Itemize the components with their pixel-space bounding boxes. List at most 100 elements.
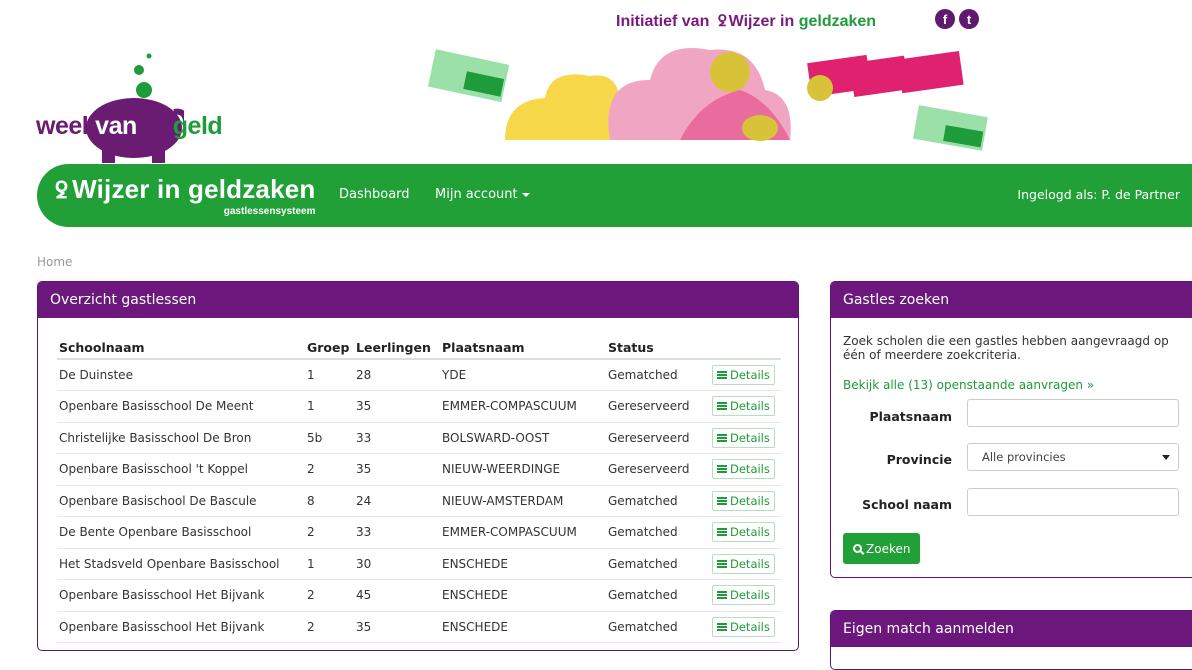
- cell-schoolnaam: Openbare Basischool De Bascule: [57, 485, 305, 517]
- col-actions: [710, 337, 781, 360]
- table-row: Het Stadsveld Openbare Basisschool 1 30 ENS…: [57, 548, 781, 580]
- cell-plaatsnaam: NIEUW-AMSTERDAM: [440, 485, 606, 517]
- site-logo[interactable]: weekvanhetgeld: [36, 112, 223, 141]
- money-banner-illustration: [427, 48, 988, 151]
- details-button[interactable]: Details: [712, 490, 775, 511]
- search-panel-title: Gastles zoeken: [831, 282, 1192, 318]
- cell-actions: Details: [710, 390, 781, 423]
- caret-down-icon: [521, 192, 530, 197]
- details-label: Details: [730, 399, 770, 414]
- details-label: Details: [730, 525, 770, 540]
- details-button[interactable]: Details: [712, 553, 775, 574]
- overview-panel-title: Overzicht gastlessen: [38, 282, 798, 318]
- cell-actions: Details: [710, 548, 781, 580]
- cell-schoolnaam: De Bente Openbare Basisschool: [57, 516, 305, 549]
- nav-dashboard[interactable]: Dashboard: [339, 187, 410, 202]
- cell-leerlingen: 35: [354, 611, 440, 643]
- details-label: Details: [730, 588, 770, 603]
- twitter-icon[interactable]: t: [959, 9, 979, 29]
- initiatief-text: Initiatief van ꝿ Wijzer in geldzaken: [616, 11, 876, 31]
- cell-leerlingen: 33: [354, 516, 440, 549]
- cell-actions: Details: [710, 485, 781, 517]
- cell-actions: Details: [710, 516, 781, 549]
- cell-actions: Details: [710, 359, 781, 391]
- initiatief-prefix: Initiatief van: [616, 13, 710, 30]
- table-row: Openbare Basisschool De Meent 1 35 EMMER-CO…: [57, 390, 781, 423]
- col-leerlingen: Leerlingen: [354, 337, 440, 360]
- school-naam-label: School naam: [862, 497, 952, 512]
- list-icon: [717, 371, 727, 379]
- eigen-match-panel: Eigen match aanmelden: [830, 610, 1192, 670]
- details-label: Details: [730, 619, 770, 634]
- details-label: Details: [730, 462, 770, 477]
- cell-leerlingen: 33: [354, 422, 440, 454]
- cell-status: Gematched: [606, 579, 710, 612]
- details-label: Details: [730, 368, 770, 382]
- facebook-icon[interactable]: f: [935, 9, 955, 29]
- details-button[interactable]: Details: [712, 396, 775, 417]
- cell-status: Gereserveerd: [606, 390, 710, 423]
- cell-plaatsnaam: YDE: [440, 359, 606, 391]
- cell-groep: 5b: [305, 422, 354, 454]
- school-naam-input[interactable]: [967, 488, 1179, 516]
- details-label: Details: [730, 493, 770, 508]
- details-button[interactable]: Details: [712, 585, 775, 606]
- dropdown-arrow-icon: [1162, 455, 1170, 460]
- table-header-row: Schoolnaam Groep Leerlingen Plaatsnaam S…: [57, 337, 781, 360]
- navbar-brand[interactable]: ꝿ Wijzer in geldzaken gastlessensysteem: [55, 174, 316, 217]
- cell-plaatsnaam: BOLSWARD-OOST: [440, 422, 606, 454]
- search-button[interactable]: Zoeken: [843, 533, 921, 564]
- overview-panel: Overzicht gastlessen Schoolnaam Groep Le…: [37, 281, 799, 651]
- list-icon: [717, 465, 727, 474]
- cell-actions: Details: [710, 422, 781, 454]
- provincie-select[interactable]: Alle provincies: [967, 443, 1179, 471]
- breadcrumb[interactable]: Home: [37, 255, 72, 269]
- cell-leerlingen: 28: [354, 359, 440, 391]
- cell-groep: 1: [305, 548, 354, 580]
- table-row: De Duinstee 1 28 YDE Gematched Details: [57, 359, 781, 391]
- cell-groep: 2: [305, 453, 354, 486]
- cell-status: Gematched: [606, 516, 710, 549]
- details-button[interactable]: Details: [712, 522, 775, 543]
- cell-status: Gereserveerd: [606, 453, 710, 486]
- list-icon: [717, 402, 727, 411]
- details-label: Details: [730, 556, 770, 571]
- table-row: Christelijke Basisschool De Bron 5b 33 BOLS…: [57, 422, 781, 454]
- details-button[interactable]: Details: [712, 616, 775, 637]
- initiatief-brand[interactable]: Wijzer in geldzaken: [729, 13, 876, 30]
- nav-account-dropdown[interactable]: Mijn account: [435, 187, 530, 202]
- plaatsnaam-label: Plaatsnaam: [869, 409, 952, 424]
- cell-groep: 2: [305, 611, 354, 643]
- cell-plaatsnaam: NIEUW-WEERDINGE: [440, 453, 606, 486]
- cell-schoolnaam: Openbare Basisschool 't Koppel: [57, 453, 305, 486]
- cell-groep: 8: [305, 485, 354, 517]
- cell-status: Gematched: [606, 611, 710, 643]
- col-schoolnaam: Schoolnaam: [57, 337, 305, 360]
- list-icon: [717, 622, 727, 631]
- wig-swirl-icon: ꝿ: [55, 178, 69, 203]
- list-icon: [717, 559, 727, 568]
- details-button[interactable]: Details: [712, 459, 775, 480]
- cell-plaatsnaam: EMMER-COMPASCUUM: [440, 390, 606, 423]
- cell-leerlingen: 30: [354, 548, 440, 580]
- search-panel: Gastles zoeken Zoek scholen die een gast…: [830, 281, 1192, 578]
- table-row: Openbare Basisschool Het Bijvank 2 35 ENSCH…: [57, 611, 781, 643]
- cell-status: Gematched: [606, 485, 710, 517]
- col-plaatsnaam: Plaatsnaam: [440, 337, 606, 360]
- details-button[interactable]: Details: [712, 427, 775, 448]
- cell-status: Gematched: [606, 359, 710, 391]
- cell-schoolnaam: Openbare Basisschool Het Bijvank: [57, 611, 305, 643]
- cell-schoolnaam: Openbare Basisschool Het Bijvank: [57, 579, 305, 612]
- cell-schoolnaam: De Duinstee: [57, 359, 305, 391]
- col-status: Status: [606, 337, 710, 360]
- eigen-match-title: Eigen match aanmelden: [831, 611, 1192, 647]
- search-icon: [853, 544, 862, 553]
- brand-subtitle: gastlessensysteem: [223, 206, 316, 217]
- plaatsnaam-input[interactable]: [967, 399, 1179, 427]
- all-requests-link[interactable]: Bekijk alle (13) openstaande aanvragen »: [843, 378, 1094, 392]
- details-button[interactable]: Details: [712, 365, 775, 385]
- cell-actions: Details: [710, 611, 781, 643]
- cell-leerlingen: 24: [354, 485, 440, 517]
- logged-in-user: Ingelogd als: P. de Partner: [1017, 187, 1180, 202]
- piggy-bank-icon: [86, 53, 184, 163]
